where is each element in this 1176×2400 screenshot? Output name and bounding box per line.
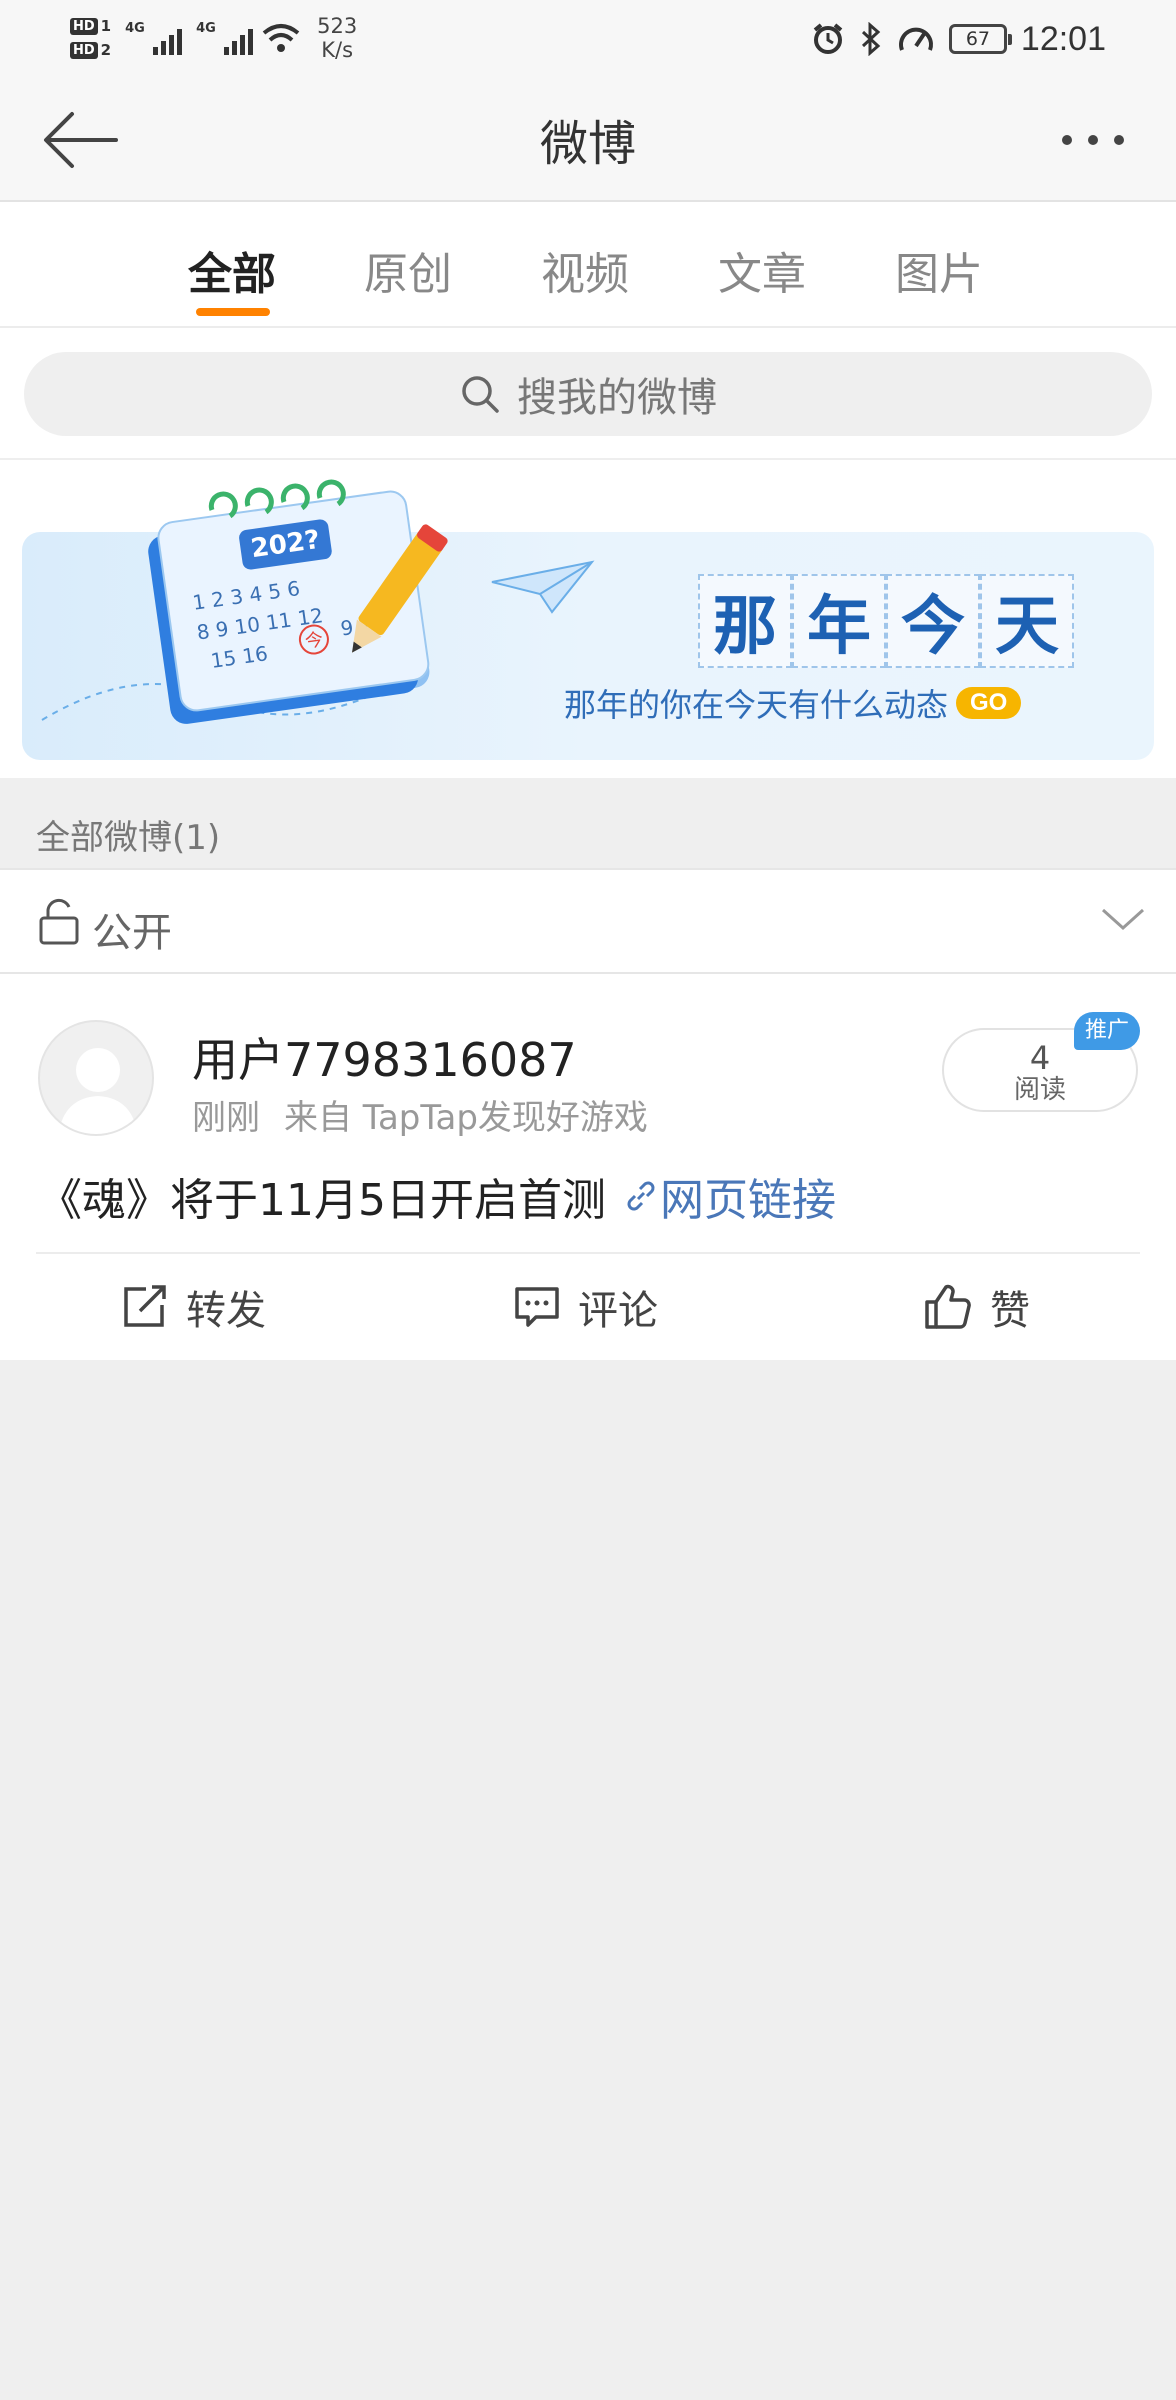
visibility-selector[interactable]: 公开 <box>0 868 1176 974</box>
search-area: 搜我的微博 <box>0 328 1176 460</box>
tab-video[interactable]: 视频 <box>541 238 629 302</box>
network-speed: 523 K/s <box>317 14 358 62</box>
speed-icon <box>898 27 933 51</box>
banner-area: 202? 1 2 3 4 5 6 8 9 10 11 12 15 16 9 20… <box>0 460 1176 778</box>
status-right: 67 12:01 <box>811 14 1106 64</box>
signal-icon: 4G <box>125 21 183 55</box>
banner-subtitle: 那年的你在今天有什么动态 GO <box>564 680 1022 726</box>
sim-indicators: HD 1 HD 2 <box>70 17 111 59</box>
clock: 12:01 <box>1020 19 1106 58</box>
username[interactable]: 用户7798316087 <box>192 1024 577 1090</box>
thumbs-up-icon <box>925 1284 971 1329</box>
link-text: 网页链接 <box>659 1175 836 1226</box>
memory-banner[interactable]: 202? 1 2 3 4 5 6 8 9 10 11 12 15 16 9 20… <box>22 479 1154 760</box>
svg-text:今: 今 <box>304 629 325 652</box>
default-avatar-icon <box>58 1048 138 1134</box>
comment-icon <box>515 1287 559 1327</box>
banner-title: 那 年 今 天 <box>698 574 1074 668</box>
tab-article[interactable]: 文章 <box>718 238 806 302</box>
post-time: 刚刚 <box>192 1098 260 1138</box>
like-button[interactable]: 赞 <box>924 1254 1030 1360</box>
title-bar: 微博 <box>0 78 1176 202</box>
link-icon <box>627 1181 655 1211</box>
status-left: HD 1 HD 2 4G 4G 523 K/s <box>70 8 357 68</box>
search-icon <box>462 376 499 413</box>
go-button[interactable]: GO <box>956 687 1022 719</box>
signal-icon: 4G <box>196 21 254 55</box>
read-label: 阅读 <box>1013 1075 1066 1105</box>
unlock-icon <box>39 898 79 945</box>
alarm-icon <box>813 23 843 54</box>
search-input[interactable]: 搜我的微博 <box>24 352 1152 436</box>
repost-icon <box>124 1285 166 1327</box>
filter-tabs: 全部 原创 视频 文章 图片 <box>0 202 1176 328</box>
repost-button[interactable]: 转发 <box>122 1254 266 1360</box>
search-placeholder: 搜我的微博 <box>517 375 717 421</box>
tab-all[interactable]: 全部 <box>188 238 276 302</box>
more-button[interactable] <box>1048 100 1138 180</box>
calendar-illustration: 202? 1 2 3 4 5 6 8 9 10 11 12 15 16 9 20… <box>41 479 448 724</box>
post-content: 《魂》将于11月5日开启首测 网页链接 <box>38 1164 836 1228</box>
avatar[interactable] <box>38 1020 154 1136</box>
section-title: 全部微博(1) <box>36 818 221 858</box>
sim2-indicator: HD 2 <box>70 41 111 59</box>
weibo-post[interactable]: 用户7798316087 刚刚 来自 TapTap发现好游戏 4 阅读 推广 《… <box>0 974 1176 1360</box>
visibility-label: 公开 <box>92 910 172 956</box>
wifi-icon <box>262 24 300 52</box>
page-title: 微博 <box>539 116 636 172</box>
bluetooth-icon <box>861 22 881 56</box>
battery-icon: 67 <box>948 24 1012 54</box>
post-actions: 转发 评论 赞 <box>0 1254 1176 1360</box>
comment-button[interactable]: 评论 <box>514 1254 658 1360</box>
promote-badge[interactable]: 推广 <box>1074 1012 1140 1050</box>
status-bar: HD 1 HD 2 4G 4G 523 K/s 67 12:01 <box>0 0 1176 78</box>
paper-plane-icon <box>491 560 595 614</box>
section-header: 全部微博(1) <box>0 778 1176 868</box>
active-tab-indicator <box>196 308 270 316</box>
post-text: 《魂》将于11月5日开启首测 <box>38 1175 606 1226</box>
chevron-down-icon <box>1101 908 1145 931</box>
tab-original[interactable]: 原创 <box>364 238 452 302</box>
more-icon <box>1062 135 1072 145</box>
tab-image[interactable]: 图片 <box>895 238 983 302</box>
sim1-indicator: HD 1 <box>70 17 111 35</box>
post-source[interactable]: 来自 TapTap发现好游戏 <box>284 1090 648 1139</box>
web-link[interactable]: 网页链接 <box>622 1164 836 1228</box>
post-meta: 刚刚 来自 TapTap发现好游戏 <box>192 1090 648 1139</box>
